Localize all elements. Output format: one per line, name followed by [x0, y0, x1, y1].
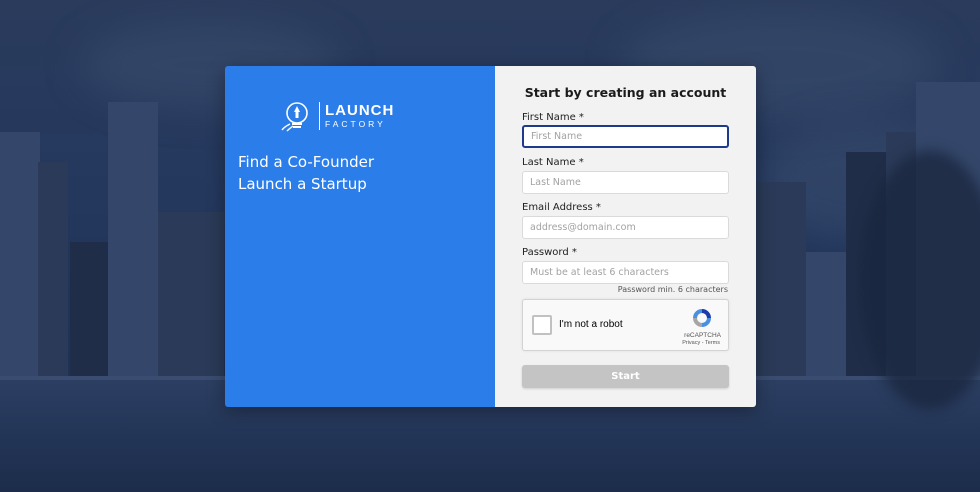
- recaptcha-links[interactable]: Privacy - Terms: [682, 340, 720, 346]
- password-hint: Password min. 6 characters: [617, 285, 728, 294]
- launch-factory-logo: LAUNCH FACTORY: [280, 100, 394, 132]
- signup-form: Start by creating an account First Name …: [495, 66, 756, 407]
- form-title: Start by creating an account: [524, 85, 727, 100]
- password-label: Password *: [522, 247, 577, 258]
- email-input[interactable]: [522, 216, 729, 239]
- first-name-input[interactable]: [522, 125, 729, 148]
- tagline-line1: Find a Co-Founder: [238, 153, 375, 171]
- recaptcha-widget: I'm not a robot reCAPTCHA Privacy - Term…: [522, 299, 729, 351]
- rocket-lightbulb-icon: [281, 102, 308, 132]
- last-name-input[interactable]: [522, 171, 729, 194]
- logo-wordmark-line1: LAUNCH: [325, 102, 395, 120]
- password-input[interactable]: [522, 261, 729, 284]
- logo-divider: [319, 102, 320, 130]
- recaptcha-label: I'm not a robot: [559, 319, 623, 330]
- email-label: Email Address *: [522, 202, 601, 213]
- first-name-label: First Name *: [522, 112, 584, 123]
- signup-card: LAUNCH FACTORY Find a Co-Founder Launch …: [225, 66, 756, 407]
- recaptcha-brand: reCAPTCHA: [684, 332, 721, 339]
- tagline-line2: Launch a Startup: [238, 175, 367, 193]
- logo-wordmark-line2: FACTORY: [325, 119, 386, 130]
- tagline: Find a Co-Founder Launch a Startup: [238, 151, 374, 195]
- recaptcha-checkbox[interactable]: [532, 315, 552, 335]
- brand-panel: LAUNCH FACTORY Find a Co-Founder Launch …: [225, 66, 495, 407]
- recaptcha-icon: [693, 309, 711, 327]
- last-name-label: Last Name *: [522, 157, 584, 168]
- start-button[interactable]: Start: [522, 365, 729, 388]
